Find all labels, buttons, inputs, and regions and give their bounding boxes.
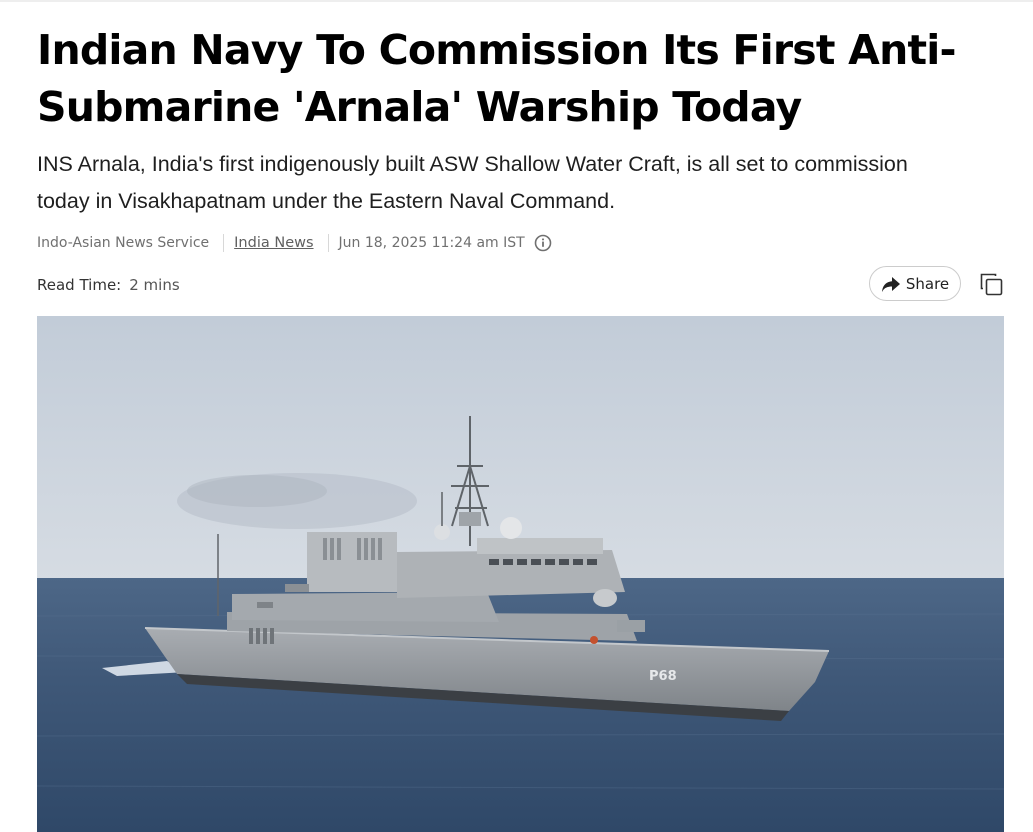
share-label: Share bbox=[905, 274, 950, 293]
read-time-value: 2 mins bbox=[129, 276, 180, 294]
info-circle-icon[interactable] bbox=[534, 234, 552, 252]
top-divider bbox=[0, 0, 1033, 2]
article-timestamp: Jun 18, 2025 11:24 am IST bbox=[338, 235, 525, 251]
hull-marking: P68 bbox=[649, 669, 677, 684]
read-time: Read Time: 2 mins bbox=[37, 274, 180, 296]
article-summary: INS Arnala, India's first indigenously b… bbox=[37, 152, 908, 213]
meta-divider bbox=[327, 234, 329, 252]
article-headline: Indian Navy To Commission Its First Anti… bbox=[37, 26, 957, 131]
share-button[interactable]: Share bbox=[869, 266, 961, 301]
category-link[interactable]: India News bbox=[234, 235, 313, 251]
hero-image: P68 bbox=[37, 316, 1004, 832]
warship-photo: P68 bbox=[37, 316, 1004, 832]
read-time-label: Read Time: bbox=[37, 276, 122, 294]
article-meta: Indo-Asian News Service India News Jun 1… bbox=[37, 232, 552, 254]
article-source: Indo-Asian News Service bbox=[37, 235, 210, 251]
share-arrow-icon bbox=[881, 276, 900, 292]
meta-divider bbox=[223, 234, 225, 252]
copy-icon[interactable] bbox=[978, 271, 1004, 297]
